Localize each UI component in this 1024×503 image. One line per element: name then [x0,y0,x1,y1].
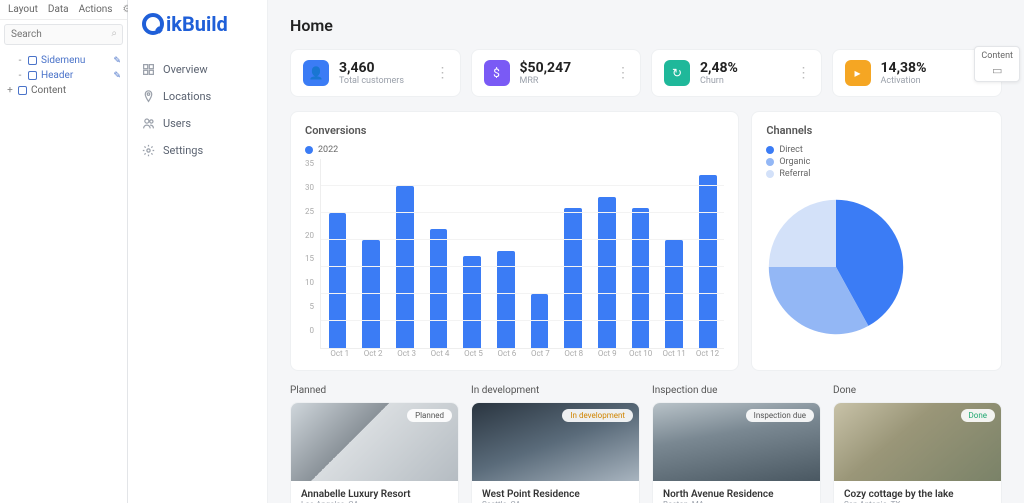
bar[interactable] [329,213,346,348]
kanban-header: Done [833,385,1002,396]
stat-icon: $ [484,60,510,86]
bar[interactable] [362,240,379,348]
app-sidebar: ikBuild OverviewLocationsUsersSettings [128,0,268,503]
kanban-header: Inspection due [652,385,821,396]
y-axis: 35302520151050 [305,159,314,349]
edit-icon[interactable]: ✎ [113,71,121,81]
grid-icon [142,63,155,76]
conversions-legend: 2022 [305,145,724,155]
bar[interactable] [632,208,649,348]
search-icon: ⌕ [111,28,117,39]
project-card[interactable]: In developmentWest Point ResidenceSeattl… [471,402,640,503]
kanban-header: Planned [290,385,459,396]
bar[interactable] [699,175,716,348]
layer-tree: -Sidemenu✎-Header✎+Content [0,49,127,102]
project-card[interactable]: Inspection dueNorth Avenue ResidenceBost… [652,402,821,503]
status-badge: Inspection due [746,409,814,422]
nav: OverviewLocationsUsersSettings [128,52,267,168]
project-image: Planned [291,403,458,481]
edit-icon[interactable]: ✎ [113,56,121,66]
brand-logo: ikBuild [128,0,267,52]
builder-panel: Layout Data Actions ⚙ ⧉ ‹› ⌕ -Sidemenu✎-… [0,0,128,503]
nav-locations[interactable]: Locations [128,83,267,110]
page-title: Home [290,16,1002,35]
panel-icon: ▭ [981,64,1013,77]
stat-card: 👤3,460Total customers⋮ [290,49,461,97]
tab-layout[interactable]: Layout [8,4,38,15]
x-axis: Oct 1Oct 2Oct 3Oct 4Oct 5Oct 6Oct 7Oct 8… [305,349,724,358]
gear-icon [142,144,155,157]
kanban-headers: Planned In development Inspection due Done [290,385,1002,396]
tree-item[interactable]: -Sidemenu✎ [6,53,121,68]
pie-chart [766,197,906,337]
pie-slice[interactable] [769,200,836,267]
stat-card: $$50,247MRR⋮ [471,49,642,97]
project-card[interactable]: DoneCozy cottage by the lakeSan Antonio,… [833,402,1002,503]
channels-title: Channels [766,124,987,137]
more-icon[interactable]: ⋮ [797,65,811,81]
bars-area [320,159,724,349]
users-icon [142,117,155,130]
status-badge: Planned [407,409,452,422]
stats-row: 👤3,460Total customers⋮$$50,247MRR⋮↻2,48%… [290,49,1002,97]
kanban-header: In development [471,385,640,396]
conversions-title: Conversions [305,124,724,137]
nav-overview[interactable]: Overview [128,56,267,83]
project-image: Done [834,403,1001,481]
main-content: Home 👤3,460Total customers⋮$$50,247MRR⋮↻… [268,0,1024,503]
stat-icon: 👤 [303,60,329,86]
tab-actions[interactable]: Actions [79,4,113,15]
channels-legend: DirectOrganicReferral [766,145,987,179]
tab-data[interactable]: Data [48,4,69,15]
status-badge: Done [961,409,995,422]
builder-tabs: Layout Data Actions ⚙ ⧉ ‹› [0,0,127,20]
bar[interactable] [665,240,682,348]
tree-item[interactable]: -Header✎ [6,68,121,83]
tree-item[interactable]: +Content [6,83,121,98]
stat-icon: ▸ [845,60,871,86]
project-image: Inspection due [653,403,820,481]
bar[interactable] [598,197,615,348]
kanban-row: PlannedAnnabelle Luxury ResortLos Angele… [290,402,1002,503]
conversions-card: Conversions 2022 35302520151050 Oct 1Oct… [290,111,739,371]
stat-card: ↻2,48%Churn⋮ [651,49,822,97]
bar[interactable] [430,229,447,348]
search-input[interactable] [4,24,123,45]
channels-card: Channels DirectOrganicReferral [751,111,1002,371]
more-icon[interactable]: ⋮ [436,65,450,81]
bar[interactable] [396,186,413,348]
project-card[interactable]: PlannedAnnabelle Luxury ResortLos Angele… [290,402,459,503]
stat-icon: ↻ [664,60,690,86]
content-panel[interactable]: Content ▭ [974,46,1020,82]
bar[interactable] [463,256,480,348]
pin-icon [142,90,155,103]
project-image: In development [472,403,639,481]
more-icon[interactable]: ⋮ [616,65,630,81]
status-badge: In development [562,409,633,422]
nav-users[interactable]: Users [128,110,267,137]
bar[interactable] [531,294,548,348]
nav-settings[interactable]: Settings [128,137,267,164]
bar[interactable] [564,208,581,348]
